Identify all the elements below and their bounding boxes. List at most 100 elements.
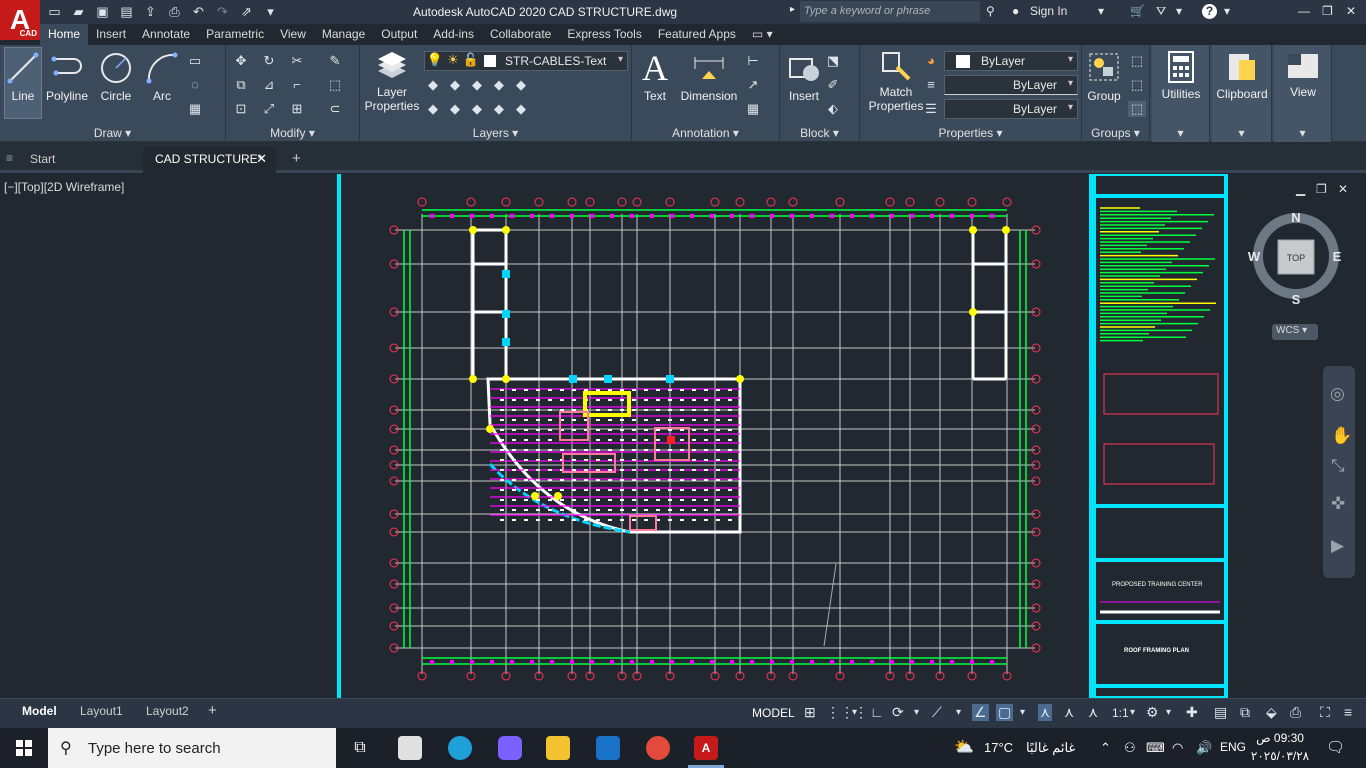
ungroup-icon[interactable]: ⬚ [1128,53,1146,69]
erase-icon[interactable]: ✎ [326,53,344,69]
layer-tool-icon[interactable]: ◆ [424,77,442,93]
tray-overflow-icon[interactable]: ⌃ [1100,740,1111,756]
viewport-restore-icon[interactable]: ❐ [1316,182,1327,196]
panel-title-block[interactable]: Block ▾ [780,126,859,140]
layer-tool-icon[interactable]: ◆ [468,101,486,117]
layer-tool-icon[interactable]: ◆ [468,77,486,93]
dimension-button[interactable]: Dimension [678,51,740,103]
panel-title-annotation[interactable]: Annotation ▾ [632,126,779,140]
panel-title-draw[interactable]: Draw ▾ [0,126,225,140]
tab-cad-structure[interactable]: CAD STRUCTURE* ✕ [143,147,276,173]
tab-output[interactable]: Output [373,24,425,45]
insert-block-button[interactable]: Insert [784,51,824,103]
dropdown-icon[interactable]: ▾ [1152,126,1209,140]
group-select-icon[interactable]: ⬚ [1128,101,1146,117]
task-view-icon[interactable]: ⧉ [348,736,372,760]
stretch-icon[interactable]: ⊡ [232,101,250,117]
tab-manage[interactable]: Manage [314,24,373,45]
zoom-extents-icon[interactable]: ⤡ [1331,456,1345,476]
cart-icon[interactable]: 🛒 [1130,4,1145,18]
match-properties-button[interactable]: Match Properties [866,51,926,113]
compass-east[interactable]: E [1333,249,1342,264]
group-edit-icon[interactable]: ⬚ [1128,77,1146,93]
tab-add-ins[interactable]: Add-ins [425,24,482,45]
text-button[interactable]: A Text [638,50,672,103]
layer-tool-icon[interactable]: ◆ [446,77,464,93]
snap-icon[interactable]: ⋮⋮⋮ [826,704,868,721]
rectangle-icon[interactable]: ▭ [186,53,204,69]
clean-screen-icon[interactable]: ⛶ [1320,704,1330,721]
viewcube[interactable]: TOP N S E W [1248,206,1344,306]
panel-utilities[interactable]: Utilities ▾ [1152,45,1210,142]
hardware-acceleration-icon[interactable]: ⎙ [1290,704,1301,721]
taskbar-search-box[interactable]: Type here to search [48,728,336,768]
wifi-icon[interactable]: ◠ [1172,740,1183,756]
close-icon[interactable]: ✕ [1346,4,1356,18]
annotation-scale-value[interactable]: 1:1 [1112,706,1129,720]
layer-tool-icon[interactable]: ◆ [490,77,508,93]
offset-icon[interactable]: ⊂ [326,101,344,117]
panel-title-properties[interactable]: Properties ▾ [860,126,1081,140]
application-menu-button[interactable]: A CAD [0,0,40,40]
autocad-taskbar-icon[interactable]: A [694,736,718,760]
panel-view[interactable]: View ▾ [1274,45,1332,142]
lock-ui-icon[interactable]: ⬙ [1266,704,1277,721]
annotation-visibility-icon[interactable]: ⋏ [1038,704,1053,721]
edge-icon[interactable] [448,736,472,760]
trim-icon[interactable]: ✂ [288,53,306,69]
tab-start[interactable]: Start [18,147,67,173]
layer-tool-icon[interactable]: ◆ [424,101,442,117]
explode-icon[interactable]: ⬚ [326,77,344,93]
panel-title-layers[interactable]: Layers ▾ [360,126,631,140]
panel-clipboard[interactable]: Clipboard ▾ [1212,45,1272,142]
tab-parametric[interactable]: Parametric [198,24,272,45]
layer-tool-icon[interactable]: ◆ [490,101,508,117]
linetype-dropdown[interactable]: ByLayer [944,75,1078,95]
polar-icon[interactable]: ⟳ [892,704,904,721]
utilities-button[interactable]: Utilities [1154,51,1208,101]
mirror-icon[interactable]: ⊿ [260,77,278,93]
tab-annotate[interactable]: Annotate [134,24,198,45]
volume-icon[interactable]: 🔊 [1196,740,1212,756]
leader-icon[interactable]: ↗ [744,77,762,93]
layer-properties-button[interactable]: Layer Properties [362,51,422,113]
tab-model[interactable]: Model [12,702,67,722]
weather-icon[interactable]: ⛅ [954,737,974,757]
weather-description[interactable]: غائم غالبًا [1026,740,1075,756]
compass-north[interactable]: N [1291,210,1300,225]
annotation-scale-icon[interactable]: ⋏ [1088,704,1098,721]
dropdown-icon[interactable]: ▾ [914,707,919,718]
tab-layout1[interactable]: Layout1 [70,702,133,722]
table-icon[interactable]: ▦ [744,101,762,117]
auto-scale-icon[interactable]: ⋏ [1064,704,1074,721]
layer-tool-icon[interactable]: ◆ [512,101,530,117]
move-icon[interactable]: ✥ [232,53,250,69]
clock-date[interactable]: ٢٠٢٥/٠٣/٢٨ [1250,749,1310,763]
dropdown-icon[interactable]: ▾ [956,707,961,718]
dropdown-icon[interactable]: ▾ [1176,4,1182,18]
help-icon[interactable]: ? [1202,4,1217,19]
ribbon-display-toggle-icon[interactable]: ▭ ▾ [744,24,781,45]
copilot-icon[interactable] [498,736,522,760]
drawing-area[interactable]: PROPOSED TRAINING CENTER ROOF FRAMING PLA… [0,172,1366,700]
outlook-icon[interactable] [596,736,620,760]
circle-button[interactable]: Circle [96,51,136,103]
dropdown-icon[interactable]: ▾ [1130,707,1135,718]
edit-block-icon[interactable]: ✐ [824,77,842,93]
tab-layout2[interactable]: Layout2 [136,702,199,722]
layer-tool-icon[interactable]: ◆ [446,101,464,117]
polyline-button[interactable]: Polyline [44,51,90,103]
tab-express-tools[interactable]: Express Tools [559,24,649,45]
dropdown-icon[interactable]: ▾ [1212,126,1271,140]
pan-hand-icon[interactable]: ✋ [1331,426,1352,446]
customize-status-icon[interactable]: ≡ [1344,704,1352,720]
fillet-icon[interactable]: ⌐ [288,77,306,93]
model-space-button[interactable]: MODEL [752,706,795,720]
sign-in-button[interactable]: Sign In [1030,4,1067,18]
layer-tool-icon[interactable]: ◆ [512,77,530,93]
workspace-gear-icon[interactable]: ⚙ [1146,704,1159,721]
lineweight-dropdown[interactable]: ByLayer [944,99,1078,119]
gradient-icon[interactable]: ▦ [186,101,204,117]
chrome-icon[interactable] [646,736,670,760]
search-expand-icon[interactable]: ▸ [790,4,795,15]
